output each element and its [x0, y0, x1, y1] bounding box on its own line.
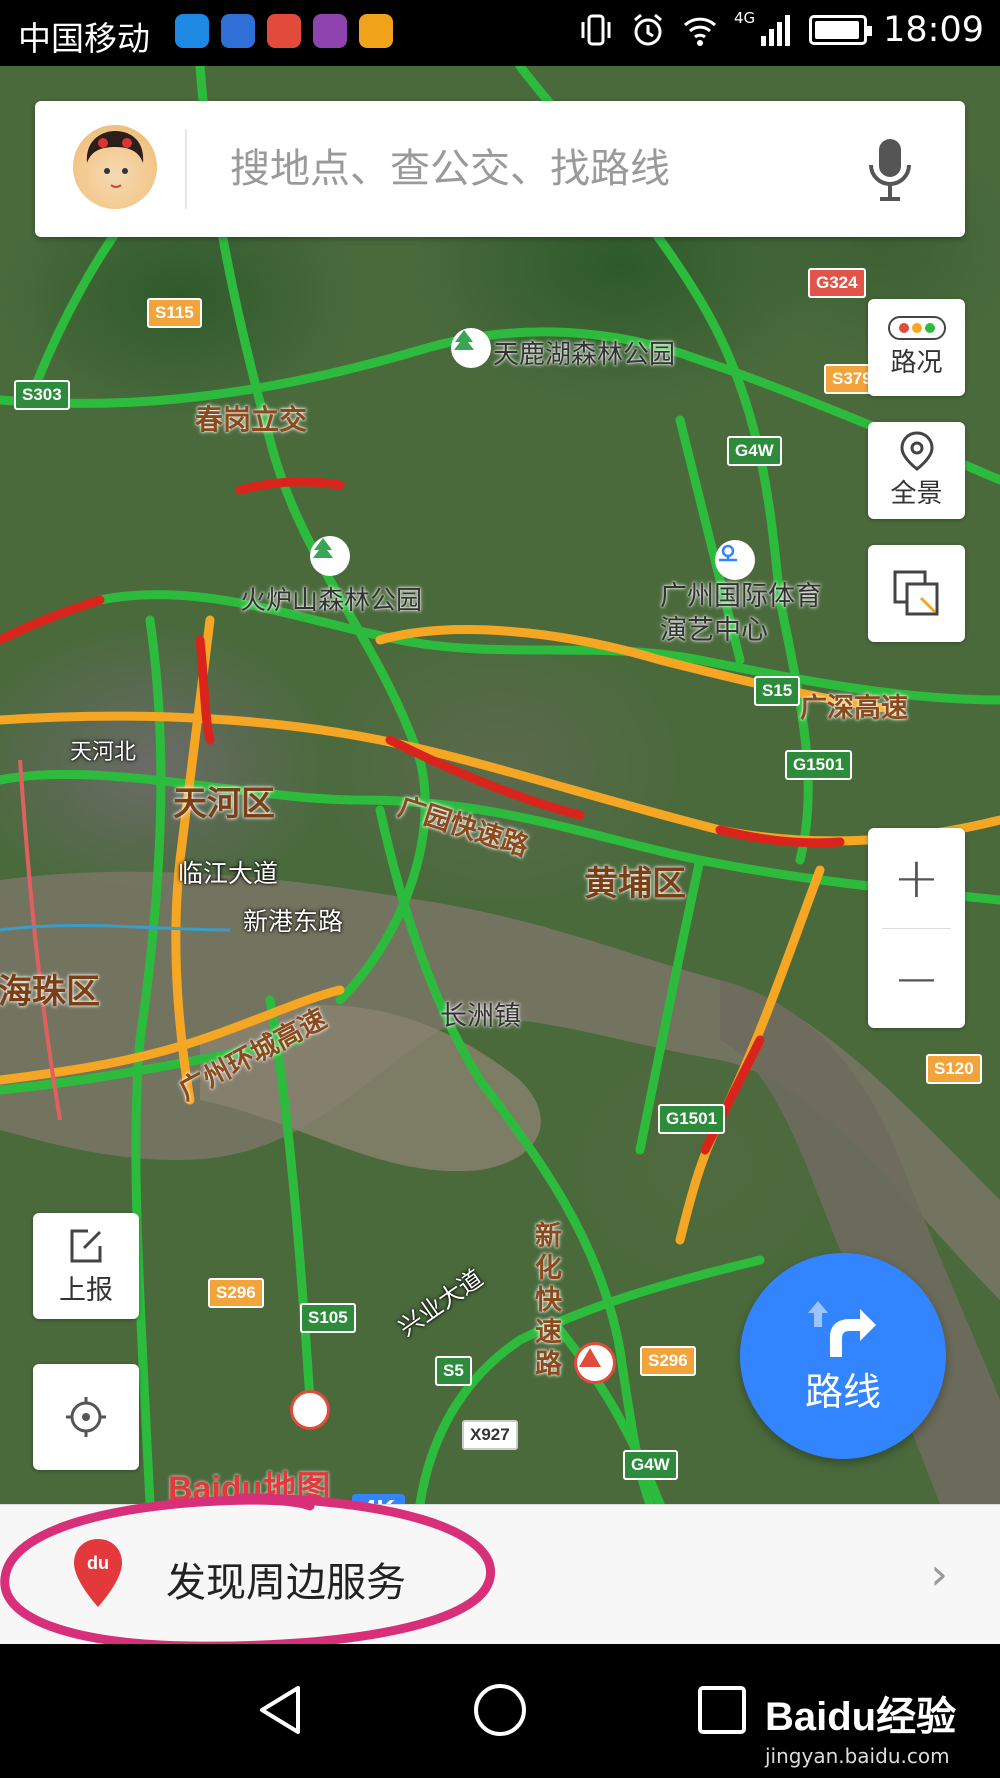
- locate-icon: [66, 1397, 106, 1437]
- route-arrow-icon: [808, 1300, 876, 1357]
- construction-event-icon[interactable]: [574, 1342, 616, 1384]
- road-shield: S303: [14, 380, 70, 410]
- du-pin-icon: du: [74, 1539, 122, 1607]
- weather-app-icon: [175, 14, 209, 48]
- road-shield: G4W: [727, 436, 782, 466]
- route-label: 路线: [804, 1369, 881, 1414]
- road-label-xinhua: 新化快速路: [535, 1221, 562, 1380]
- route-button[interactable]: 路线: [740, 1253, 946, 1459]
- road-label-xingang-east: 新港东路: [243, 907, 344, 936]
- road-shield: G1501: [658, 1104, 726, 1134]
- road-shield: S296: [208, 1278, 264, 1308]
- park-poi-icon[interactable]: [451, 328, 491, 368]
- road-shield: S5: [435, 1356, 472, 1386]
- home-icon[interactable]: [470, 1680, 530, 1740]
- discover-label: 发现周边服务: [166, 1560, 406, 1606]
- svg-text:du: du: [87, 1553, 109, 1573]
- road-shield: S115: [147, 298, 202, 328]
- place-label-changzhou[interactable]: 长洲镇: [440, 994, 521, 1033]
- road-shield: S15: [754, 676, 801, 706]
- recents-icon[interactable]: [692, 1680, 752, 1740]
- road-shield: S120: [926, 1054, 982, 1084]
- network-type: 4G: [733, 9, 756, 27]
- road-label-linjiang: 临江大道: [178, 859, 279, 888]
- road-shield: S105: [300, 1303, 356, 1333]
- signal-icon: [761, 15, 791, 46]
- status-bar: 中国移动 4G 18:09: [0, 0, 1000, 66]
- district-label-haizhu: 海珠区: [0, 972, 100, 1012]
- search-bar: [35, 101, 965, 237]
- interchange-label-chungang: 春岗立交: [195, 403, 308, 436]
- watermark-url: jingyan.baidu.com: [765, 1744, 950, 1768]
- park-poi-icon[interactable]: [310, 536, 350, 576]
- hand-app-icon: [359, 14, 393, 48]
- watermark-main: Baidu经验: [765, 1695, 957, 1739]
- user-avatar[interactable]: [73, 125, 157, 209]
- battery-icon: [809, 15, 873, 45]
- carrier-name: 中国移动: [18, 19, 150, 58]
- road-shield: G324: [808, 268, 866, 298]
- back-icon[interactable]: [250, 1680, 310, 1740]
- gallery-app-icon: [313, 14, 347, 48]
- road-label-guangshen: 广深高速: [800, 693, 908, 724]
- location-pin-icon: [899, 431, 934, 471]
- panorama-button[interactable]: 全景: [868, 422, 965, 519]
- zoom-control: + −: [868, 828, 965, 1028]
- panorama-label: 全景: [890, 479, 943, 509]
- 4k-badge: 4K: [352, 1494, 406, 1504]
- locate-button[interactable]: [33, 1364, 139, 1470]
- microphone-icon[interactable]: [865, 135, 915, 205]
- baidu-map-logo: Baidu地图: [168, 1470, 331, 1504]
- road-shield: G1501: [785, 750, 853, 780]
- stadium-poi-icon[interactable]: [715, 540, 755, 580]
- traffic-label: 路况: [890, 348, 943, 378]
- traffic-light-icon: [887, 316, 946, 340]
- edit-report-icon: [70, 1229, 102, 1262]
- vibrate-icon: [581, 14, 611, 46]
- clock: 18:09: [883, 10, 984, 50]
- search-input[interactable]: [230, 139, 790, 199]
- road-shield: S296: [640, 1346, 696, 1376]
- accident-event-icon[interactable]: [290, 1390, 330, 1430]
- baidu-jingyan-watermark: Baidu经验 jingyan.baidu.com: [765, 1684, 956, 1768]
- report-label: 上报: [59, 1274, 113, 1306]
- traffic-button[interactable]: 路况: [868, 299, 965, 396]
- system-nav-bar: Baidu经验 jingyan.baidu.com: [0, 1644, 1000, 1778]
- district-label-tianhe: 天河区: [173, 784, 275, 824]
- poi-label-sports-center[interactable]: 广州国际体育演艺中心: [660, 580, 830, 648]
- alarm-icon: [633, 13, 662, 46]
- poi-label-huolushan[interactable]: 火炉山森林公园: [240, 580, 422, 617]
- notification-icons: [175, 14, 393, 48]
- chevron-right-icon: ›: [930, 1549, 948, 1600]
- map-app-icon: [221, 14, 255, 48]
- zoom-out-button[interactable]: −: [868, 929, 965, 1029]
- system-status: 4G 18:09: [578, 9, 984, 50]
- poi-label-tianluhu[interactable]: 天鹿湖森林公园: [493, 334, 675, 371]
- discover-nearby-bar[interactable]: du 发现周边服务 ›: [0, 1504, 1000, 1644]
- road-shield: X927: [462, 1420, 518, 1450]
- search-divider: [185, 129, 187, 209]
- wifi-icon: [683, 17, 716, 46]
- layers-icon: [893, 570, 938, 615]
- road-shield: G4W: [623, 1450, 678, 1480]
- tool-app-icon: [267, 14, 301, 48]
- zoom-in-button[interactable]: +: [868, 828, 965, 928]
- road-label-tianhe-north: 天河北: [70, 740, 137, 765]
- layers-button[interactable]: [868, 545, 965, 642]
- report-button[interactable]: 上报: [33, 1213, 139, 1319]
- district-label-huangpu: 黄埔区: [584, 864, 686, 904]
